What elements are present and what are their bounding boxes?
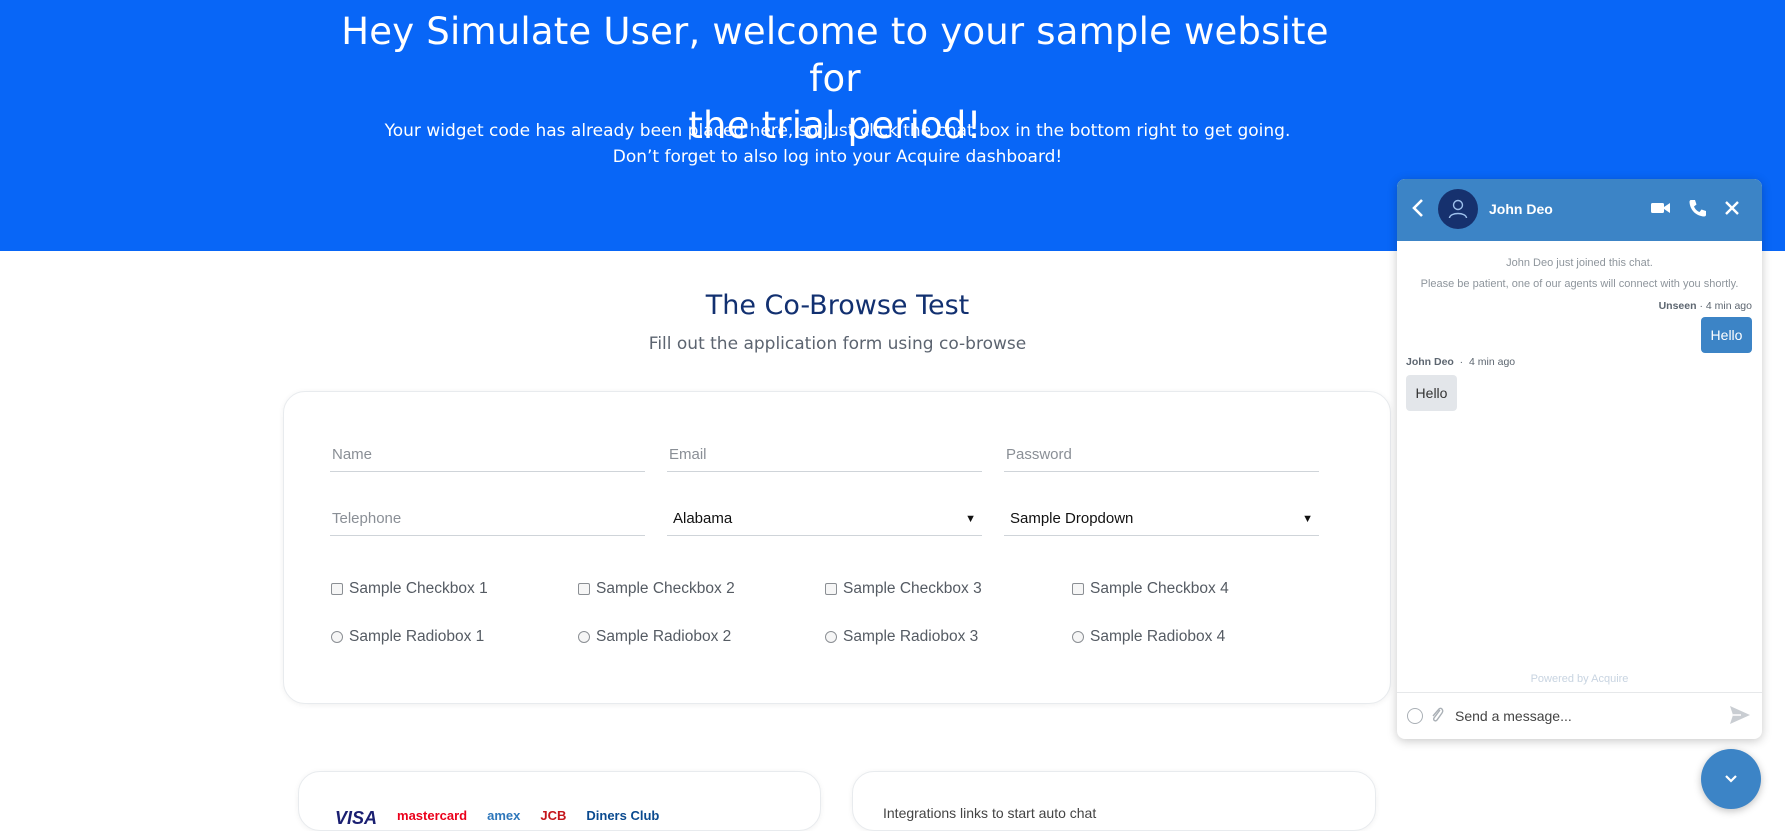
chat-toggle-button[interactable]	[1701, 749, 1761, 809]
hero-text-line2: Don’t forget to also log into your Acqui…	[612, 147, 1063, 167]
hero-title-line1: Hey Simulate User, welcome to your sampl…	[341, 10, 1329, 100]
paperclip-icon[interactable]	[1430, 705, 1444, 730]
radio-label: Sample Radiobox 1	[349, 628, 485, 645]
state-select[interactable]: Alabama ▼	[667, 502, 982, 536]
radio-3[interactable]: Sample Radiobox 3	[825, 628, 978, 646]
checkbox-3[interactable]: Sample Checkbox 3	[825, 580, 982, 598]
caret-down-icon: ▼	[965, 512, 976, 525]
back-arrow-icon[interactable]	[1411, 197, 1425, 225]
diners-logo: Diners Club	[586, 808, 660, 823]
powered-by[interactable]: Powered by Acquire	[1397, 673, 1762, 685]
mastercard-logo: mastercard	[397, 808, 468, 823]
section-subtitle: Fill out the application form using co-b…	[648, 334, 1027, 354]
checkbox-label: Sample Checkbox 4	[1090, 580, 1229, 597]
name-field[interactable]: Name	[330, 438, 645, 472]
checkbox-box[interactable]	[825, 583, 837, 595]
radio-label: Sample Radiobox 4	[1090, 628, 1226, 645]
amex-logo: amex	[487, 808, 521, 823]
chevron-down-icon	[1725, 775, 1737, 783]
checkbox-label: Sample Checkbox 2	[596, 580, 735, 597]
outgoing-message: Hello	[1701, 317, 1752, 353]
radio-label: Sample Radiobox 3	[843, 628, 979, 645]
card-brand-logos: VISA mastercard amex JCB Diners Club	[335, 808, 659, 829]
radio-label: Sample Radiobox 2	[596, 628, 732, 645]
emoji-icon[interactable]	[1407, 708, 1423, 724]
chat-widget: John Deo John Deo just joined this chat.…	[1397, 179, 1762, 739]
radio-circle[interactable]	[825, 631, 837, 643]
state-select-value: Alabama	[673, 510, 733, 527]
telephone-field[interactable]: Telephone	[330, 502, 645, 536]
outgoing-status: Unseen	[1658, 300, 1697, 312]
checkbox-box[interactable]	[578, 583, 590, 595]
close-icon[interactable]	[1722, 197, 1742, 224]
radio-2[interactable]: Sample Radiobox 2	[578, 628, 731, 646]
send-icon[interactable]	[1728, 703, 1752, 732]
incoming-message: Hello	[1406, 375, 1457, 411]
video-camera-icon[interactable]	[1650, 197, 1672, 224]
radio-circle[interactable]	[331, 631, 343, 643]
checkbox-4[interactable]: Sample Checkbox 4	[1072, 580, 1229, 598]
message-input[interactable]	[1455, 705, 1705, 727]
message-composer	[1397, 692, 1762, 739]
integrations-card	[852, 771, 1376, 831]
checkbox-box[interactable]	[331, 583, 343, 595]
avatar	[1438, 189, 1478, 229]
incoming-meta: John Deo · 4 min ago	[1406, 356, 1516, 368]
sample-dropdown-value: Sample Dropdown	[1010, 510, 1134, 527]
radio-circle[interactable]	[578, 631, 590, 643]
checkbox-1[interactable]: Sample Checkbox 1	[331, 580, 488, 598]
user-icon	[1448, 199, 1468, 219]
visa-logo: VISA	[335, 808, 378, 828]
incoming-sender: John Deo	[1406, 356, 1454, 368]
caret-down-icon: ▼	[1302, 512, 1313, 525]
radio-circle[interactable]	[1072, 631, 1084, 643]
radio-4[interactable]: Sample Radiobox 4	[1072, 628, 1225, 646]
radio-1[interactable]: Sample Radiobox 1	[331, 628, 484, 646]
jcb-logo: JCB	[540, 808, 567, 823]
outgoing-time: 4 min ago	[1705, 300, 1752, 312]
sample-dropdown[interactable]: Sample Dropdown ▼	[1004, 502, 1319, 536]
section-title: The Co-Browse Test	[705, 290, 970, 321]
system-joined-message: John Deo just joined this chat.	[1506, 257, 1653, 269]
checkbox-2[interactable]: Sample Checkbox 2	[578, 580, 735, 598]
chat-header: John Deo	[1397, 179, 1762, 241]
checkbox-label: Sample Checkbox 1	[349, 580, 488, 597]
password-field[interactable]: Password	[1004, 438, 1319, 472]
hero-text-line1: Your widget code has already been placed…	[384, 121, 1291, 141]
system-wait-message: Please be patient, one of our agents wil…	[1420, 278, 1739, 290]
email-field[interactable]: Email	[667, 438, 982, 472]
incoming-time: 4 min ago	[1469, 356, 1516, 368]
agent-name: John Deo	[1489, 201, 1553, 217]
phone-icon[interactable]	[1687, 197, 1707, 224]
checkbox-box[interactable]	[1072, 583, 1084, 595]
outgoing-meta: Unseen · 4 min ago	[1658, 300, 1752, 312]
checkbox-label: Sample Checkbox 3	[843, 580, 982, 597]
integrations-text: Integrations links to start auto chat	[883, 805, 1097, 821]
